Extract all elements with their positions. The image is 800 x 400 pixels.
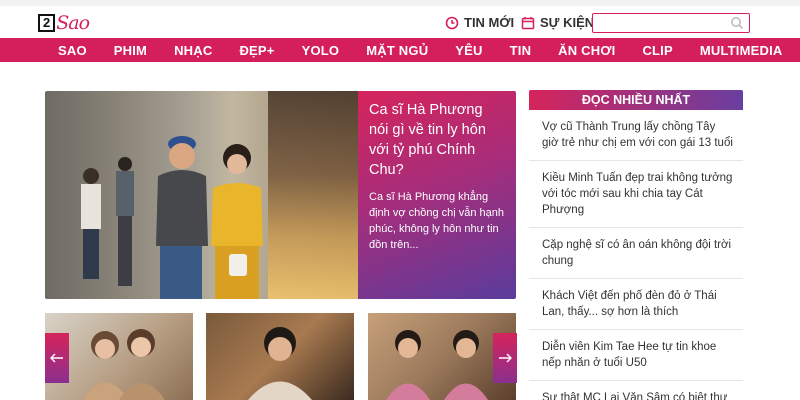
thumbnail-carousel: [45, 313, 517, 400]
logo-number: 2: [38, 14, 56, 32]
most-read-list: Vợ cũ Thành Trung lấy chồng Tây giờ trẻ …: [529, 110, 743, 400]
hero-title[interactable]: Ca sĩ Hà Phương nói gì về tin ly hôn với…: [369, 100, 505, 180]
most-read-sidebar: ĐỌC NHIỀU NHẤT Vợ cũ Thành Trung lấy chồ…: [529, 90, 743, 400]
list-item[interactable]: Vợ cũ Thành Trung lấy chồng Tây giờ trẻ …: [529, 110, 743, 161]
clock-icon: [445, 16, 459, 29]
background-people: [81, 157, 134, 286]
carousel-prev-button[interactable]: [45, 333, 69, 383]
list-item[interactable]: Khách Việt đến phố đèn đỏ ở Thái Lan, th…: [529, 279, 743, 330]
hero-photo[interactable]: [45, 91, 358, 299]
su-kien-label: SỰ KIỆN: [540, 15, 595, 30]
su-kien-link[interactable]: SỰ KIỆN: [521, 15, 594, 30]
search-icon[interactable]: [730, 16, 744, 30]
carousel-next-button[interactable]: [493, 333, 517, 383]
nav-item-clip[interactable]: CLIP: [642, 43, 672, 58]
nav-item-nhac[interactable]: NHẠC: [174, 43, 212, 58]
list-item[interactable]: Sự thật MC Lại Văn Sâm có biệt thự: [529, 381, 743, 400]
arrow-right-icon: [499, 353, 512, 363]
list-item[interactable]: Diễn viên Kim Tae Hee tự tin khoe nếp nh…: [529, 330, 743, 381]
nav-item-yolo[interactable]: YOLO: [302, 43, 340, 58]
thumbnail-2-image: [248, 327, 312, 400]
nav-item-phim[interactable]: PHIM: [114, 43, 147, 58]
most-read-heading: ĐỌC NHIỀU NHẤT: [529, 90, 743, 110]
nav-item-an-choi[interactable]: ĂN CHƠI: [558, 43, 615, 58]
woman-figure: [211, 144, 263, 299]
site-logo[interactable]: 2 Sao: [38, 12, 90, 34]
nav-item-dep[interactable]: ĐẸP+: [239, 43, 274, 58]
list-item[interactable]: Kiều Minh Tuấn đẹp trai không tưởng với …: [529, 161, 743, 228]
arrow-left-icon: [50, 353, 63, 363]
main-nav: SAO PHIM NHẠC ĐẸP+ YOLO MẶT NGỦ YÊU TIN …: [0, 38, 800, 62]
tin-moi-label: TIN MỚI: [464, 15, 515, 30]
nav-item-tin[interactable]: TIN: [510, 43, 532, 58]
top-bar: 2 Sao TIN MỚI SỰ KIỆN: [0, 0, 800, 38]
nav-item-sao[interactable]: SAO: [58, 43, 87, 58]
list-item[interactable]: Cặp nghệ sĩ có ân oán không đội trời chu…: [529, 228, 743, 279]
search-box: [592, 13, 750, 33]
store-shelf: [268, 91, 358, 299]
tin-moi-link[interactable]: TIN MỚI: [445, 15, 514, 30]
man-figure: [156, 136, 208, 299]
hero-article[interactable]: Ca sĩ Hà Phương nói gì về tin ly hôn với…: [45, 91, 516, 299]
thumbnail-2[interactable]: [206, 313, 354, 400]
hero-description: Ca sĩ Hà Phương khẳng định vợ chồng chị …: [369, 191, 505, 251]
search-input[interactable]: [593, 15, 723, 33]
nav-item-mat-ngu[interactable]: MẶT NGỦ: [366, 43, 428, 58]
calendar-icon: [521, 16, 535, 29]
nav-item-multimedia[interactable]: MULTIMEDIA: [700, 43, 783, 58]
hero-text-panel: Ca sĩ Hà Phương nói gì về tin ly hôn với…: [358, 91, 516, 299]
nav-item-yeu[interactable]: YÊU: [455, 43, 482, 58]
logo-word: Sao: [56, 12, 90, 34]
